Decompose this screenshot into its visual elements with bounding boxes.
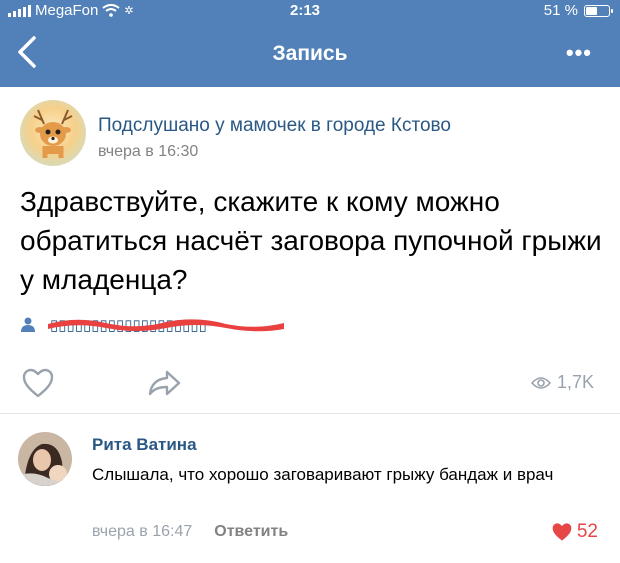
- views-count: 1,7K: [556, 372, 594, 392]
- eye-icon: [530, 376, 551, 389]
- wifi-icon: [102, 4, 120, 17]
- commenter-name-link[interactable]: Рита Ватина: [92, 435, 197, 455]
- battery-icon: [584, 4, 613, 17]
- more-dots-icon: •••: [565, 40, 592, 65]
- divider: [0, 413, 620, 414]
- comment-date: вчера в 16:47: [92, 523, 193, 540]
- share-button[interactable]: [148, 370, 182, 396]
- signal-icon: [8, 4, 31, 17]
- redacted-author-name: ▯▯▯▯▯▯▯▯▯▯▯▯▯▯▯▯▯▯▯: [48, 317, 284, 334]
- status-bar: MegaFon ✲ 2:13 51 %: [0, 0, 620, 22]
- reply-button[interactable]: Ответить: [214, 523, 288, 541]
- carrier-info: MegaFon ✲: [8, 2, 134, 19]
- heart-filled-icon: [552, 523, 572, 541]
- battery-info: 51 %: [543, 2, 613, 19]
- post-actions: 1,7K: [0, 360, 620, 410]
- comment-like-button[interactable]: 52: [551, 521, 598, 543]
- comment-text: Слышала, что хорошо заговаривают грыжу б…: [92, 465, 554, 484]
- comment-like-count: 52: [576, 521, 598, 542]
- navbar: Запись •••: [0, 22, 620, 87]
- group-avatar[interactable]: [20, 100, 86, 166]
- group-name-link[interactable]: Подслушано у мамочек в городе Кстово: [98, 115, 451, 137]
- post-text: Здравствуйте, скажите к кому можно обрат…: [20, 186, 602, 295]
- person-icon: [21, 317, 35, 332]
- views-counter: 1,7K: [530, 372, 594, 393]
- more-button[interactable]: •••: [566, 40, 592, 66]
- page-title: Запись: [272, 42, 348, 65]
- like-button[interactable]: [22, 368, 54, 398]
- activity-icon: ✲: [124, 5, 134, 17]
- status-time: 2:13: [290, 2, 321, 19]
- commenter-avatar[interactable]: [18, 432, 72, 486]
- battery-percent: 51 %: [543, 2, 578, 19]
- deer-logo-icon: [33, 109, 73, 158]
- post-date: вчера в 16:30: [98, 143, 199, 160]
- user-photo-icon: [18, 432, 72, 486]
- carrier-name: MegaFon: [35, 2, 99, 19]
- comment-meta: вчера в 16:47 Ответить: [92, 523, 288, 541]
